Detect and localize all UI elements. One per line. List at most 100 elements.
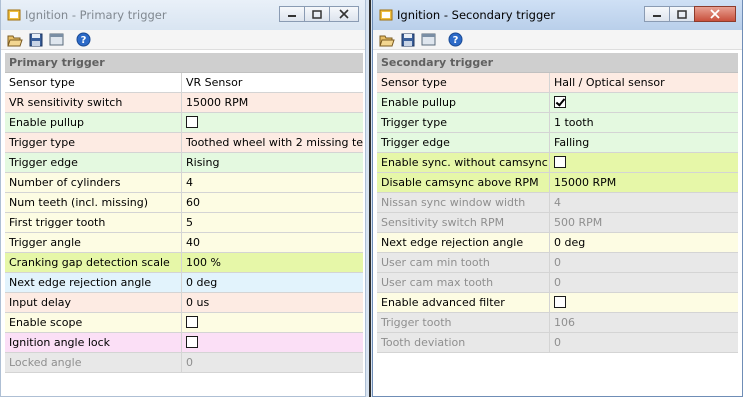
property-label: Cranking gap detection scale (5, 253, 182, 272)
property-value[interactable]: 1 tooth (550, 113, 738, 132)
window-separator (369, 0, 371, 397)
checkbox[interactable] (186, 336, 198, 348)
property-value: 0 (554, 336, 561, 349)
property-value[interactable]: 5 (182, 213, 363, 232)
property-row-first-trigger-tooth[interactable]: First trigger tooth 5 (5, 213, 363, 233)
save-icon (29, 33, 42, 46)
minimize-button[interactable] (644, 6, 670, 22)
property-row-enable-pullup[interactable]: Enable pullup (5, 113, 363, 133)
property-row-user-cam-max-tooth: User cam max tooth 0 (377, 273, 738, 293)
property-value[interactable]: Rising (182, 153, 363, 172)
property-value: 0 (554, 276, 561, 289)
property-value-cell (182, 333, 363, 352)
property-value[interactable]: 4 (182, 173, 363, 192)
property-rows: Sensor type VR Sensor VR sensitivity switc… (5, 73, 363, 373)
property-label: Trigger angle (5, 233, 182, 252)
property-row-disable-camsync-above-rpm[interactable]: Disable camsync above RPM 15000 RPM (377, 173, 738, 193)
property-row-number-of-cylinders[interactable]: Number of cylinders 4 (5, 173, 363, 193)
property-value[interactable]: 100 % (182, 253, 363, 272)
property-row-enable-scope[interactable]: Enable scope (5, 313, 363, 333)
property-value[interactable]: 15000 RPM (550, 173, 738, 192)
checkbox[interactable] (186, 116, 198, 128)
property-row-next-edge-rejection-angle[interactable]: Next edge rejection angle 0 deg (5, 273, 363, 293)
property-label: Trigger type (377, 113, 550, 132)
property-value[interactable]: Falling (550, 133, 738, 152)
property-label: Enable scope (5, 313, 182, 332)
property-value[interactable]: 60 (182, 193, 363, 212)
app-icon (7, 9, 21, 21)
checkbox[interactable] (554, 296, 566, 308)
property-row-enable-advanced-filter[interactable]: Enable advanced filter (377, 293, 738, 313)
property-row-sensor-type[interactable]: Sensor type VR Sensor (5, 73, 363, 93)
property-grid: Primary trigger Sensor type VR Sensor VR s… (5, 53, 363, 373)
open-button[interactable] (377, 31, 396, 49)
save-button[interactable] (398, 31, 417, 49)
close-icon (710, 9, 720, 19)
property-value[interactable]: VR Sensor (182, 73, 363, 92)
help-icon: ? (448, 32, 463, 47)
property-label: Sensitivity switch RPM (377, 213, 550, 232)
property-row-nissan-sync-window-width: Nissan sync window width 4 (377, 193, 738, 213)
maximize-button[interactable] (304, 6, 330, 22)
property-label: Sensor type (5, 73, 182, 92)
window-button[interactable] (47, 31, 66, 49)
property-label: Enable sync. without camsync (377, 153, 550, 172)
title-bar[interactable]: Ignition - Primary trigger (1, 0, 365, 30)
checkbox[interactable] (186, 316, 198, 328)
secondary-trigger-window: Ignition - Secondary trigger ? Secondary… (372, 0, 743, 397)
save-button[interactable] (26, 31, 45, 49)
checkbox[interactable] (554, 96, 566, 108)
window-button[interactable] (419, 31, 438, 49)
property-label: Next edge rejection angle (5, 273, 182, 292)
property-value[interactable]: 15000 RPM (182, 93, 363, 112)
property-row-trigger-type[interactable]: Trigger type 1 tooth (377, 113, 738, 133)
property-value[interactable]: 0 deg (182, 273, 363, 292)
maximize-button[interactable] (669, 6, 695, 22)
property-label: Enable pullup (377, 93, 550, 112)
property-grid: Secondary trigger Sensor type Hall / Opti… (377, 53, 738, 353)
close-button[interactable] (329, 6, 359, 22)
property-label: Trigger tooth (377, 313, 550, 332)
close-button[interactable] (694, 6, 736, 22)
property-value[interactable]: Hall / Optical sensor (550, 73, 738, 92)
property-row-enable-pullup[interactable]: Enable pullup (377, 93, 738, 113)
property-row-trigger-type[interactable]: Trigger type Toothed wheel with 2 missing… (5, 133, 363, 153)
property-row-ignition-angle-lock[interactable]: Ignition angle lock (5, 333, 363, 353)
property-label: Nissan sync window width (377, 193, 550, 212)
caption-buttons (279, 6, 359, 22)
property-label: User cam max tooth (377, 273, 550, 292)
property-row-cranking-gap-detection-scale[interactable]: Cranking gap detection scale 100 % (5, 253, 363, 273)
property-label: Number of cylinders (5, 173, 182, 192)
property-row-next-edge-rejection-angle[interactable]: Next edge rejection angle 0 deg (377, 233, 738, 253)
property-label: Tooth deviation (377, 333, 550, 352)
property-row-trigger-edge[interactable]: Trigger edge Rising (5, 153, 363, 173)
toolbar: ? (373, 30, 742, 50)
property-row-enable-sync-without-camsync[interactable]: Enable sync. without camsync (377, 153, 738, 173)
property-value[interactable]: 0 us (182, 293, 363, 312)
window-title: Ignition - Secondary trigger (397, 8, 556, 22)
property-row-trigger-tooth: Trigger tooth 106 (377, 313, 738, 333)
property-row-trigger-angle[interactable]: Trigger angle 40 (5, 233, 363, 253)
property-label: Trigger edge (377, 133, 550, 152)
property-value: 4 (554, 196, 561, 209)
property-row-vr-sensitivity-switch[interactable]: VR sensitivity switch 15000 RPM (5, 93, 363, 113)
title-bar[interactable]: Ignition - Secondary trigger (373, 0, 742, 30)
property-value[interactable]: 0 deg (550, 233, 738, 252)
property-label: Sensor type (377, 73, 550, 92)
property-row-locked-angle: Locked angle 0 (5, 353, 363, 373)
property-value[interactable]: 40 (182, 233, 363, 252)
property-row-trigger-edge[interactable]: Trigger edge Falling (377, 133, 738, 153)
folder-open-icon (378, 35, 395, 46)
help-button[interactable]: ? (446, 31, 465, 49)
property-label: VR sensitivity switch (5, 93, 182, 112)
property-label: Enable advanced filter (377, 293, 550, 312)
property-value[interactable]: Toothed wheel with 2 missing teeth (182, 133, 363, 152)
property-row-sensor-type[interactable]: Sensor type Hall / Optical sensor (377, 73, 738, 93)
checkbox[interactable] (554, 156, 566, 168)
minimize-button[interactable] (279, 6, 305, 22)
property-value: 0 (554, 256, 561, 269)
property-row-num-teeth-incl-missing[interactable]: Num teeth (incl. missing) 60 (5, 193, 363, 213)
help-button[interactable]: ? (74, 31, 93, 49)
property-row-input-delay[interactable]: Input delay 0 us (5, 293, 363, 313)
open-button[interactable] (5, 31, 24, 49)
